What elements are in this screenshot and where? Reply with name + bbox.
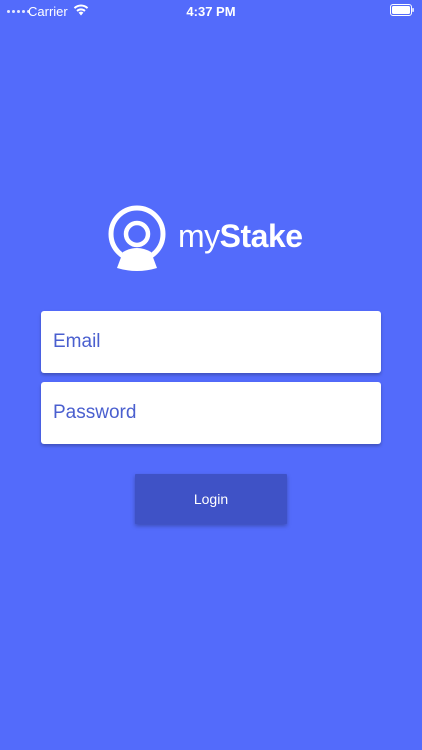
logo-wordmark: myStake [178,218,303,254]
logo-text-light: my [178,218,220,254]
email-input[interactable] [41,311,381,373]
status-bar: Carrier 4:37 PM [0,0,422,22]
password-field-container [41,382,381,444]
battery-icon [390,4,414,16]
login-button[interactable]: Login [135,474,287,524]
stake-logo-icon [108,205,166,271]
app-logo: myStake [107,204,317,272]
status-time: 4:37 PM [186,4,236,19]
email-field-container [41,311,381,373]
logo-text-bold: Stake [219,218,303,254]
password-input[interactable] [41,382,381,444]
